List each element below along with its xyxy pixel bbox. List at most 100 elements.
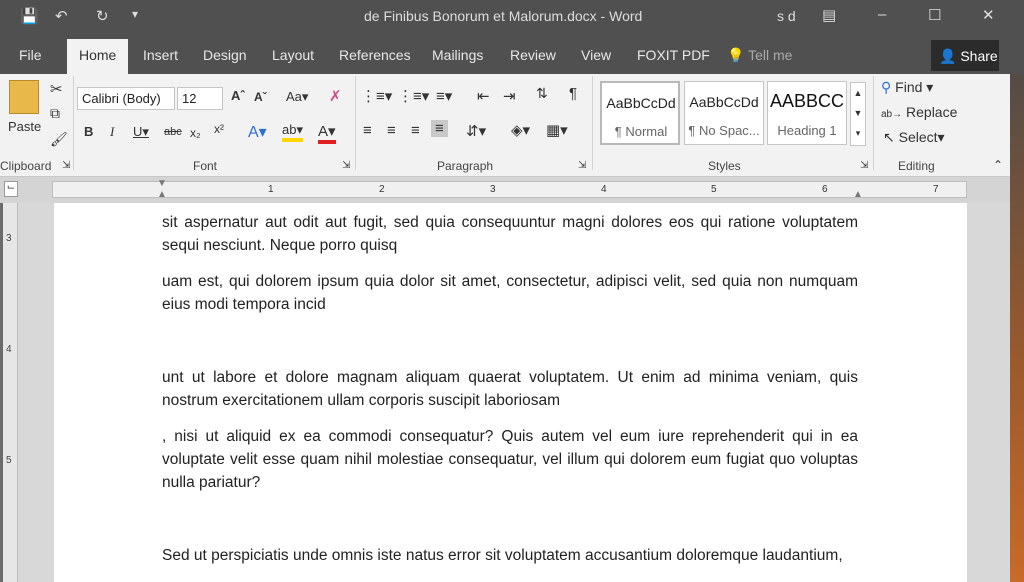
vruler-number: 4 [6,344,12,355]
user-name[interactable]: s d [777,8,796,24]
style-normal[interactable]: AaBbCcDd ¶ Normal [600,81,680,145]
tab-review[interactable]: Review [510,47,556,63]
line-spacing-icon[interactable]: ⇵▾ [466,122,486,140]
vruler-number: 3 [6,233,12,244]
doc-paragraph[interactable]: sit aspernatur aut odit aut fugit, sed q… [162,211,858,257]
doc-paragraph[interactable]: , nisi ut aliquid ex ea commodi consequa… [162,425,858,494]
subscript-button[interactable]: x₂ [190,126,201,140]
replace-button[interactable]: ab→ Replace [881,104,957,120]
clipboard-group-label: Clipboard [0,159,52,173]
horizontal-ruler[interactable]: ▼ ▲ ▲ 1 2 3 4 5 6 7 [52,178,967,200]
font-name-box[interactable]: Calibri (Body) [77,87,175,110]
select-button[interactable]: ↖ Select▾ [883,129,945,146]
tab-view[interactable]: View [581,47,611,63]
doc-paragraph[interactable]: unt ut labore et dolore magnam aliquam q… [162,366,858,412]
strikethrough-button[interactable]: abc [164,126,182,138]
text-effects-icon[interactable]: A▾ [248,122,267,142]
justify-icon[interactable]: ≡ [431,120,448,137]
lightbulb-icon: 💡 [727,47,745,63]
style-no-spacing[interactable]: AaBbCcDd ¶ No Spac... [684,81,764,145]
close-icon[interactable]: ✕ [982,6,995,24]
share-label: Share [960,48,998,64]
italic-button[interactable]: I [110,124,114,140]
multilevel-list-icon[interactable]: ≡▾ [436,87,452,105]
change-case-label: Aa [286,89,302,104]
document-page[interactable]: sit aspernatur aut odit aut fugit, sed q… [54,203,967,582]
decrease-indent-icon[interactable]: ⇤ [477,87,490,105]
minimize-icon[interactable]: – [878,6,886,23]
paste-label[interactable]: Paste [8,119,41,134]
ruler-number: 1 [268,184,274,195]
find-button[interactable]: ⚲ Find ▾ [881,79,933,96]
bullets-icon[interactable]: ⋮≡▾ [361,87,392,105]
save-icon[interactable]: 💾 [20,7,39,25]
cut-icon[interactable]: ✂ [50,80,63,98]
style-no-spacing-preview: AaBbCcDd [689,94,759,110]
bold-button[interactable]: B [84,124,93,139]
align-center-icon[interactable]: ≡ [387,122,396,139]
tab-insert[interactable]: Insert [143,47,178,63]
sort-icon[interactable]: ⇅ [536,85,548,102]
tab-selector-icon[interactable]: ⌙ [4,181,18,197]
tab-layout[interactable]: Layout [272,47,314,63]
show-formatting-icon[interactable]: ¶ [569,85,577,102]
align-left-icon[interactable]: ≡ [363,122,372,139]
style-no-spacing-name: ¶ No Spac... [688,123,760,138]
tab-design[interactable]: Design [203,47,247,63]
font-size-box[interactable]: 12 [177,87,223,110]
shading-icon[interactable]: ◈▾ [511,121,530,139]
share-button[interactable]: 👤 Share [931,40,999,71]
format-painter-icon[interactable]: 🖌 [50,131,68,148]
copy-icon[interactable]: ⧉ [50,105,60,122]
change-case-button[interactable]: Aa▾ [286,89,308,105]
tab-file[interactable]: File [19,47,42,63]
tab-home[interactable]: Home [67,39,129,74]
doc-paragraph[interactable]: uam est, qui dolorem ipsum quia dolor si… [162,270,858,316]
collapse-ribbon-icon[interactable]: ⌃ [993,158,1003,172]
tab-mailings[interactable]: Mailings [432,47,483,63]
styles-scroll[interactable]: ▲ ▼ ▾ [850,82,866,146]
highlight-icon[interactable]: ab▾ [282,122,303,142]
paste-icon[interactable] [9,80,39,114]
font-launcher-icon[interactable]: ⇲ [342,160,350,171]
styles-launcher-icon[interactable]: ⇲ [860,160,868,171]
underline-button[interactable]: U▾ [133,124,149,140]
left-indent-marker[interactable]: ▲ [157,189,167,200]
tell-me-label: Tell me [748,47,793,63]
superscript-button[interactable]: x² [214,122,224,136]
ruler-number: 4 [601,184,607,195]
align-right-icon[interactable]: ≡ [411,122,420,139]
ruler-number: 7 [933,184,939,195]
vertical-ruler[interactable]: 3 4 5 [3,203,18,582]
tab-foxit-pdf[interactable]: FOXIT PDF [637,47,710,63]
tab-references[interactable]: References [339,47,411,63]
shrink-font-icon[interactable]: Aˇ [254,90,267,104]
clear-formatting-icon[interactable]: ✗ [329,87,342,105]
increase-indent-icon[interactable]: ⇥ [503,87,516,105]
first-line-indent-marker[interactable]: ▼ [157,178,167,189]
borders-icon[interactable]: ▦▾ [546,121,568,139]
maximize-icon[interactable]: ☐ [928,6,941,24]
desktop-background [1010,34,1024,582]
cursor-icon: ↖ [883,129,895,145]
right-indent-marker[interactable]: ▲ [853,189,863,200]
ribbon-tabs: File Home Insert Design Layout Reference… [0,34,1024,74]
redo-icon[interactable]: ↻ [96,7,109,25]
replace-label: Replace [906,104,958,120]
paragraph-group-label: Paragraph [437,159,494,173]
grow-font-icon[interactable]: Aˆ [231,88,245,103]
doc-paragraph[interactable]: Sed ut perspiciatis unde omnis iste natu… [162,544,858,567]
tell-me[interactable]: 💡 Tell me [727,47,792,64]
style-normal-preview: AaBbCcDd [606,95,676,111]
paragraph-launcher-icon[interactable]: ⇲ [578,160,586,171]
replace-icon: ab→ [881,109,903,120]
numbering-icon[interactable]: ⋮≡▾ [398,87,429,105]
customize-qat-icon[interactable]: ▾ [132,7,138,21]
clipboard-launcher-icon[interactable]: ⇲ [62,160,70,171]
undo-icon[interactable]: ↶ [55,7,68,25]
font-group-label: Font [193,159,218,173]
ribbon-display-icon[interactable]: ▤ [822,6,836,24]
font-color-icon[interactable]: A▾ [318,122,336,144]
style-heading-1[interactable]: AABBCC Heading 1 [767,81,847,145]
style-heading-1-name: Heading 1 [777,123,837,138]
